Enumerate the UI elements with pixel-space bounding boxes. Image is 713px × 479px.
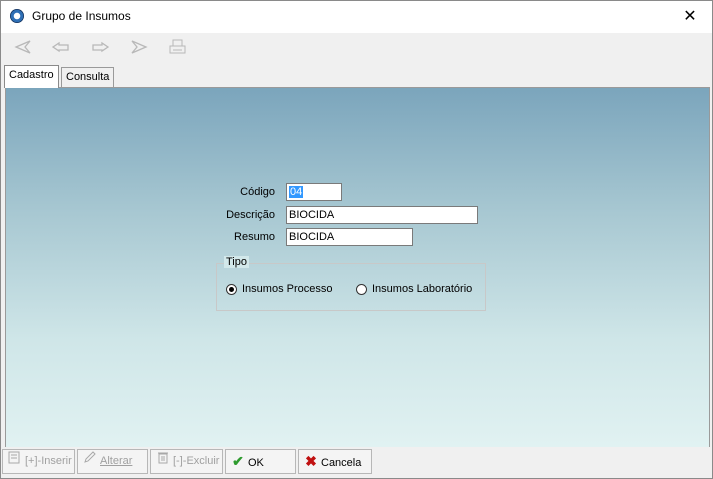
checkmark-icon: ✔	[232, 453, 244, 469]
codigo-label: Código	[240, 186, 275, 198]
bottom-toolbar: [+]-Inserir Alterar [-]-Excluir ✔ OK ✖ Can…	[1, 447, 712, 478]
insert-icon	[7, 450, 23, 473]
radio-insumos-laboratorio[interactable]	[356, 284, 367, 295]
descricao-input[interactable]: BIOCIDA	[286, 206, 478, 224]
codigo-value: 04	[289, 186, 304, 198]
previous-record-button[interactable]	[50, 39, 72, 59]
cancela-label: Cancela	[321, 457, 362, 469]
excluir-label: [-]-Excluir	[173, 455, 220, 467]
print-icon	[169, 39, 186, 54]
next-record-button[interactable]	[89, 39, 111, 59]
descricao-label: Descrição	[226, 209, 275, 221]
first-record-button[interactable]	[12, 39, 34, 59]
window-title: Grupo de Insumos	[32, 9, 131, 23]
inserir-label: [+]-Inserir	[25, 455, 72, 467]
resumo-input[interactable]: BIOCIDA	[286, 228, 413, 246]
insumos-laboratorio-label[interactable]: Insumos Laboratório	[372, 283, 472, 295]
ok-label: OK	[248, 457, 264, 469]
cancela-button[interactable]: ✖ Cancela	[298, 449, 372, 474]
last-record-button[interactable]	[128, 39, 150, 59]
insumos-processo-label[interactable]: Insumos Processo	[242, 283, 332, 295]
title-bar: Grupo de Insumos ✕	[1, 1, 712, 33]
alterar-label: Alterar	[100, 455, 133, 467]
edit-icon	[82, 450, 98, 473]
cadastro-panel: Código 04 Descrição BIOCIDA Resumo BIOCI…	[5, 87, 710, 449]
radio-insumos-processo[interactable]	[226, 284, 237, 295]
previous-icon	[51, 41, 69, 53]
tipo-groupbox: Tipo Insumos Processo Insumos Laboratóri…	[216, 256, 486, 311]
tipo-label: Tipo	[224, 256, 249, 268]
resumo-label: Resumo	[234, 231, 275, 243]
close-button[interactable]: ✕	[668, 1, 712, 33]
ok-button[interactable]: ✔ OK	[225, 449, 296, 474]
inserir-button[interactable]: [+]-Inserir	[2, 449, 75, 474]
radio-selected-dot	[229, 287, 234, 292]
tab-consulta[interactable]: Consulta	[61, 67, 115, 87]
excluir-button[interactable]: [-]-Excluir	[150, 449, 223, 474]
app-icon	[10, 9, 24, 23]
tab-cadastro[interactable]: Cadastro	[4, 65, 59, 88]
next-icon	[92, 41, 110, 53]
toolbar	[1, 33, 712, 65]
alterar-button[interactable]: Alterar	[77, 449, 148, 474]
cancel-x-icon: ✖	[305, 453, 317, 469]
codigo-input[interactable]: 04	[286, 183, 342, 201]
window: Grupo de Insumos ✕ Cadastro Consulta Cód…	[0, 0, 713, 479]
tab-bar: Cadastro Consulta	[1, 65, 712, 88]
print-button[interactable]	[167, 39, 189, 59]
first-icon	[14, 40, 31, 54]
last-icon	[131, 40, 148, 54]
trash-icon	[155, 450, 171, 473]
